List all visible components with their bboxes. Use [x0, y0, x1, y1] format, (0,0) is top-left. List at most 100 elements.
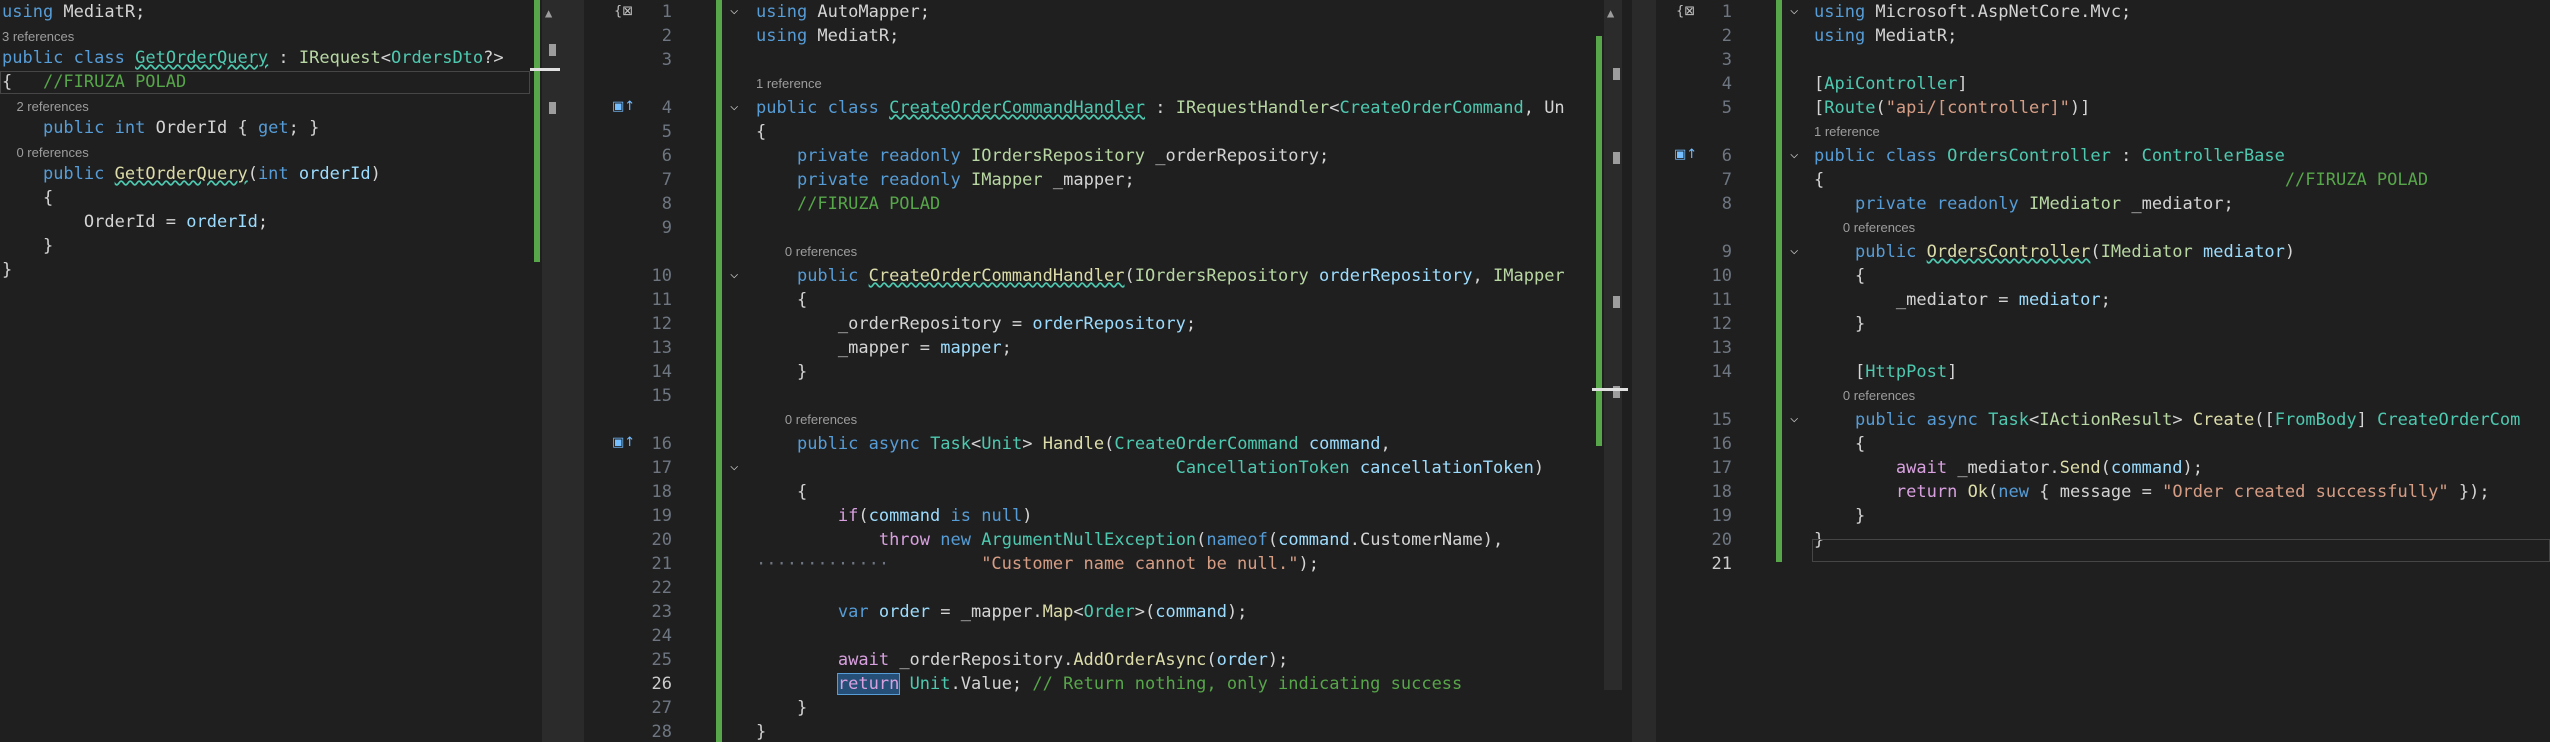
reference-count-lens[interactable]: 0 references: [1814, 385, 1915, 407]
vertical-scrollbar[interactable]: ▲: [1604, 0, 1622, 690]
fold-chevron-icon[interactable]: ⌵: [1790, 242, 1798, 258]
fold-chevron-icon[interactable]: ⌵: [730, 98, 738, 114]
editor-pane-create-order-handler[interactable]: {⊠ 1 ⌵ using AutoMapper; 2 using MediatR; 3 1 …: [584, 0, 1632, 742]
pane-divider[interactable]: [560, 0, 584, 742]
implementation-ref-icon[interactable]: ▣↑: [1674, 147, 1697, 162]
reference-count-lens[interactable]: 3 references: [2, 26, 74, 48]
line-number: 9: [661, 218, 672, 238]
line-number: 18: [1711, 482, 1732, 502]
code-line[interactable]: public class GetOrderQuery : IRequest<Or…: [2, 46, 504, 70]
reference-count-lens[interactable]: 0 references: [1814, 217, 1915, 239]
code-area[interactable]: 1 ⌵ using AutoMapper; 2 using MediatR; 3 1 ref…: [584, 0, 1594, 742]
line-number: 18: [651, 482, 672, 502]
code-line[interactable]: }: [756, 720, 766, 742]
code-line[interactable]: {: [1814, 264, 1865, 288]
line-number: 13: [1711, 338, 1732, 358]
current-line-box: [0, 71, 530, 94]
code-line[interactable]: {: [756, 480, 807, 504]
pane-divider[interactable]: [1632, 0, 1656, 742]
code-line[interactable]: {: [1814, 432, 1865, 456]
code-line[interactable]: }: [1814, 312, 1865, 336]
fold-chevron-icon[interactable]: ⌵: [1790, 146, 1798, 162]
fold-chevron-icon[interactable]: ⌵: [1790, 410, 1798, 426]
fold-chevron-icon[interactable]: ⌵: [730, 2, 738, 18]
reference-count-lens[interactable]: 1 reference: [1814, 121, 1880, 143]
code-line[interactable]: public GetOrderQuery(int orderId): [2, 162, 381, 186]
code-line[interactable]: ············· "Customer name cannot be n…: [756, 552, 1319, 576]
line-number: 5: [661, 122, 672, 142]
code-area[interactable]: 1 ⌵ using Microsoft.AspNetCore.Mvc; 2 using …: [1656, 0, 2550, 742]
code-line[interactable]: private readonly IMediator _mediator;: [1814, 192, 2234, 216]
line-number: 14: [1711, 362, 1732, 382]
code-line[interactable]: }: [1814, 504, 1865, 528]
code-line[interactable]: {: [756, 120, 766, 144]
editor-pane-get-order-query[interactable]: using MediatR; 3 references public class G…: [0, 0, 560, 742]
scroll-up-icon[interactable]: ▲: [545, 6, 552, 20]
code-line[interactable]: return Unit.Value; // Return nothing, on…: [756, 672, 1462, 696]
current-line-box: [1812, 539, 2550, 562]
scroll-up-icon[interactable]: ▲: [1607, 6, 1614, 20]
code-line[interactable]: }: [2, 258, 12, 282]
code-line[interactable]: if(command is null): [756, 504, 1033, 528]
code-line[interactable]: using MediatR;: [2, 0, 145, 24]
code-line[interactable]: public class OrdersController : Controll…: [1814, 144, 2285, 168]
line-number: 4: [1721, 74, 1732, 94]
code-line[interactable]: OrderId = orderId;: [2, 210, 268, 234]
code-line[interactable]: [Route("api/[controller]")]: [1814, 96, 2090, 120]
code-line[interactable]: { //FIRUZA POLAD: [1814, 168, 2428, 192]
change-indicator-bar: [1596, 36, 1602, 446]
line-number: 12: [651, 314, 672, 334]
code-line[interactable]: var order = _mapper.Map<Order>(command);: [756, 600, 1248, 624]
line-number: 2: [661, 26, 672, 46]
code-line[interactable]: using Microsoft.AspNetCore.Mvc;: [1814, 0, 2131, 24]
line-number: 3: [661, 50, 672, 70]
code-line[interactable]: public OrdersController(IMediator mediat…: [1814, 240, 2295, 264]
editor-pane-orders-controller[interactable]: {⊠ 1 ⌵ using Microsoft.AspNetCore.Mvc; 2 usi…: [1656, 0, 2550, 742]
reference-count-lens[interactable]: 1 reference: [756, 73, 822, 95]
reference-count-lens[interactable]: 0 references: [756, 241, 857, 263]
code-line[interactable]: [HttpPost]: [1814, 360, 1957, 384]
code-line[interactable]: using AutoMapper;: [756, 0, 930, 24]
code-line[interactable]: _mediator = mediator;: [1814, 288, 2111, 312]
code-line[interactable]: _orderRepository = orderRepository;: [756, 312, 1196, 336]
fold-chevron-icon[interactable]: ⌵: [1790, 2, 1798, 18]
reference-count-lens[interactable]: 0 references: [756, 409, 857, 431]
line-number: 19: [1711, 506, 1732, 526]
implementation-ref-icon[interactable]: ▣↑: [612, 435, 635, 450]
scroll-marker: [549, 44, 556, 56]
code-line[interactable]: }: [756, 360, 807, 384]
reference-count-lens[interactable]: 2 references: [2, 96, 88, 118]
code-line[interactable]: [ApiController]: [1814, 72, 1968, 96]
code-line[interactable]: {: [756, 288, 807, 312]
code-line[interactable]: public class CreateOrderCommandHandler :…: [756, 96, 1565, 120]
code-line[interactable]: private readonly IMapper _mapper;: [756, 168, 1135, 192]
line-number: 12: [1711, 314, 1732, 334]
fold-chevron-icon[interactable]: ⌵: [730, 266, 738, 282]
code-line[interactable]: public async Task<Unit> Handle(CreateOrd…: [756, 432, 1391, 456]
code-line[interactable]: public int OrderId { get; }: [2, 116, 319, 140]
fold-chevron-icon[interactable]: ⌵: [730, 458, 738, 474]
code-line[interactable]: using MediatR;: [756, 24, 899, 48]
code-line[interactable]: throw new ArgumentNullException(nameof(c…: [756, 528, 1503, 552]
scroll-marker: [1613, 68, 1620, 80]
line-number: 3: [1721, 50, 1732, 70]
code-line[interactable]: private readonly IOrdersRepository _orde…: [756, 144, 1329, 168]
implementation-ref-icon[interactable]: ▣↑: [612, 99, 635, 114]
code-line[interactable]: await _orderRepository.AddOrderAsync(ord…: [756, 648, 1288, 672]
code-line[interactable]: public async Task<IActionResult> Create(…: [1814, 408, 2520, 432]
code-line[interactable]: await _mediator.Send(command);: [1814, 456, 2203, 480]
code-line[interactable]: }: [2, 234, 53, 258]
vertical-scrollbar[interactable]: ▲: [542, 0, 560, 742]
line-number: 20: [1711, 530, 1732, 550]
code-line[interactable]: {: [2, 186, 53, 210]
code-line[interactable]: //FIRUZA POLAD: [756, 192, 940, 216]
code-line[interactable]: CancellationToken cancellationToken): [756, 456, 1545, 480]
reference-count-lens[interactable]: 0 references: [2, 142, 88, 164]
line-number: 5: [1721, 98, 1732, 118]
code-line[interactable]: _mapper = mapper;: [756, 336, 1012, 360]
code-line[interactable]: }: [756, 696, 807, 720]
code-line[interactable]: using MediatR;: [1814, 24, 1957, 48]
code-line[interactable]: public CreateOrderCommandHandler(IOrders…: [756, 264, 1565, 288]
code-area[interactable]: using MediatR; 3 references public class G…: [0, 0, 530, 742]
code-line[interactable]: return Ok(new { message = "Order created…: [1814, 480, 2490, 504]
